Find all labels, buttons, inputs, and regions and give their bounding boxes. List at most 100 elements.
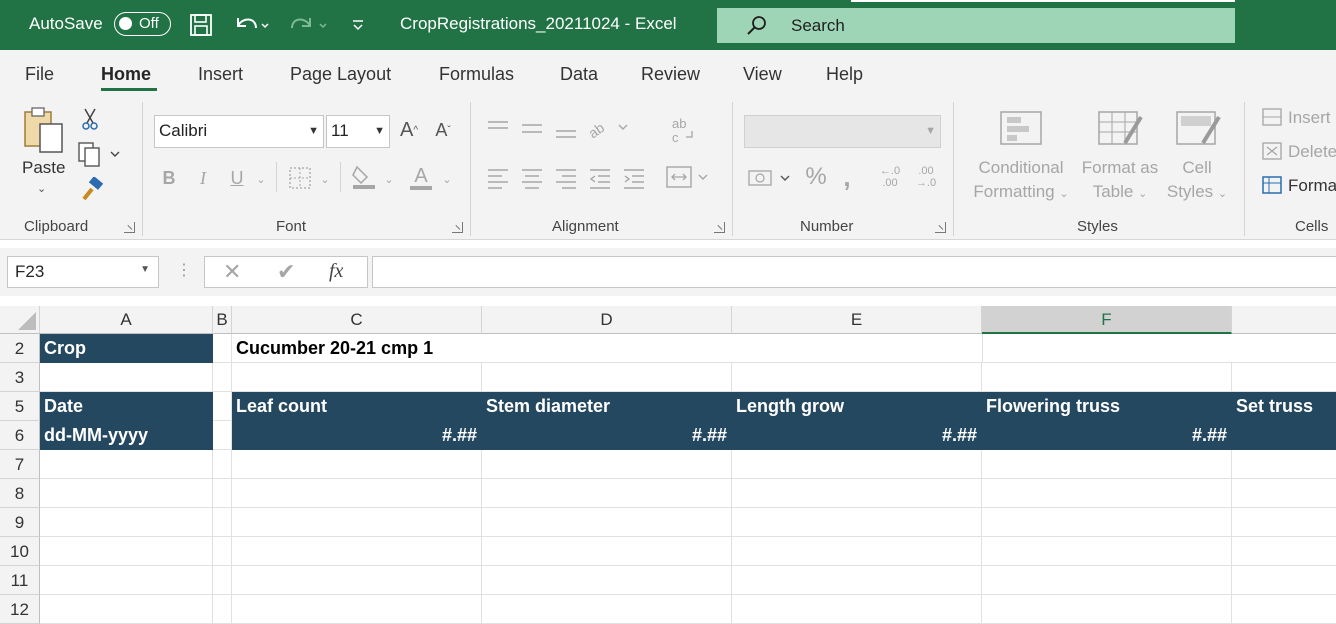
cell-a11[interactable] bbox=[40, 566, 213, 595]
cell-e5[interactable]: Length grow bbox=[732, 392, 982, 421]
chevron-down-icon[interactable]: ⌄ bbox=[254, 166, 268, 192]
format-painter-icon[interactable] bbox=[79, 176, 105, 202]
cell-f5[interactable]: Flowering truss bbox=[982, 392, 1232, 421]
cell-a3[interactable] bbox=[40, 363, 213, 392]
align-left-icon[interactable] bbox=[484, 164, 512, 192]
cell-f8[interactable] bbox=[982, 479, 1232, 508]
cell-d7[interactable] bbox=[482, 450, 732, 479]
clipboard-launcher-icon[interactable] bbox=[124, 222, 135, 233]
underline-icon[interactable]: U bbox=[226, 164, 248, 192]
accounting-format-icon[interactable] bbox=[746, 164, 794, 192]
cell-d11[interactable] bbox=[482, 566, 732, 595]
align-right-icon[interactable] bbox=[552, 164, 580, 192]
select-all-corner[interactable] bbox=[0, 306, 40, 334]
alignment-launcher-icon[interactable] bbox=[714, 222, 725, 233]
cell-g7[interactable] bbox=[1232, 450, 1336, 479]
row-header-6[interactable]: 6 bbox=[0, 421, 40, 450]
cell-c2[interactable]: Cucumber 20-21 cmp 1 bbox=[232, 334, 982, 363]
decrease-indent-icon[interactable] bbox=[586, 164, 614, 192]
cell-g6[interactable] bbox=[1232, 421, 1336, 450]
cell-b3[interactable] bbox=[213, 363, 232, 392]
cell-f6[interactable]: #.## bbox=[982, 421, 1232, 450]
cell-b12[interactable] bbox=[213, 595, 232, 624]
format-as-table-icon[interactable] bbox=[1096, 108, 1146, 150]
decrease-decimal-icon[interactable]: .00 →.0 bbox=[910, 162, 942, 192]
insert-function-icon[interactable]: fx bbox=[329, 260, 343, 283]
comma-style-icon[interactable]: , bbox=[838, 162, 856, 192]
cell-f3[interactable] bbox=[982, 363, 1232, 392]
cell-a8[interactable] bbox=[40, 479, 213, 508]
cell-c5[interactable]: Leaf count bbox=[232, 392, 482, 421]
align-bottom-icon[interactable] bbox=[552, 116, 580, 142]
font-color-icon[interactable]: A bbox=[408, 162, 434, 192]
tab-page-layout[interactable]: Page Layout bbox=[290, 64, 391, 85]
insert-cells-icon[interactable] bbox=[1260, 106, 1284, 128]
row-header-5[interactable]: 5 bbox=[0, 392, 40, 421]
cell-e10[interactable] bbox=[732, 537, 982, 566]
cell-b11[interactable] bbox=[213, 566, 232, 595]
formula-input[interactable] bbox=[372, 256, 1336, 288]
cell-d8[interactable] bbox=[482, 479, 732, 508]
search-box[interactable]: Search bbox=[717, 8, 1235, 43]
percent-icon[interactable]: % bbox=[802, 162, 830, 192]
tab-help[interactable]: Help bbox=[826, 64, 863, 85]
cell-b2[interactable] bbox=[213, 334, 232, 363]
tab-view[interactable]: View bbox=[743, 64, 782, 85]
row-header-9[interactable]: 9 bbox=[0, 508, 40, 537]
cell-g9[interactable] bbox=[1232, 508, 1336, 537]
borders-icon[interactable] bbox=[286, 164, 314, 192]
number-launcher-icon[interactable] bbox=[935, 222, 946, 233]
conditional-formatting-icon[interactable] bbox=[998, 108, 1044, 148]
font-launcher-icon[interactable] bbox=[452, 222, 463, 233]
cell-f2[interactable] bbox=[982, 334, 1336, 363]
orientation-icon[interactable]: ab bbox=[586, 114, 630, 142]
cell-e7[interactable] bbox=[732, 450, 982, 479]
paste-dropdown-icon[interactable]: ⌄ bbox=[37, 182, 46, 195]
format-as-table-label[interactable]: Format as Table ⌄ bbox=[1076, 156, 1164, 206]
bold-icon[interactable]: B bbox=[158, 164, 180, 192]
align-middle-icon[interactable] bbox=[518, 116, 546, 142]
copy-icon[interactable] bbox=[77, 140, 123, 168]
redo-icon[interactable] bbox=[286, 9, 332, 41]
decrease-font-icon[interactable]: Aˇ bbox=[430, 116, 456, 144]
cell-a12[interactable] bbox=[40, 595, 213, 624]
cell-b7[interactable] bbox=[213, 450, 232, 479]
merge-center-icon[interactable] bbox=[664, 162, 712, 192]
column-header-c[interactable]: C bbox=[232, 306, 482, 334]
tab-file[interactable]: File bbox=[25, 64, 54, 85]
column-header-g[interactable] bbox=[1232, 306, 1336, 334]
cell-d5[interactable]: Stem diameter bbox=[482, 392, 732, 421]
wrap-text-icon[interactable]: ab c bbox=[668, 114, 698, 146]
align-center-icon[interactable] bbox=[518, 164, 546, 192]
cell-b8[interactable] bbox=[213, 479, 232, 508]
cell-e12[interactable] bbox=[732, 595, 982, 624]
cell-d10[interactable] bbox=[482, 537, 732, 566]
increase-font-icon[interactable]: A ^ bbox=[396, 116, 422, 144]
cut-icon[interactable] bbox=[79, 106, 101, 132]
cell-g8[interactable] bbox=[1232, 479, 1336, 508]
cell-b5[interactable] bbox=[213, 392, 232, 421]
cell-e6[interactable]: #.## bbox=[732, 421, 982, 450]
cell-e11[interactable] bbox=[732, 566, 982, 595]
font-name-combo[interactable]: Calibri ▼ bbox=[154, 115, 324, 148]
cell-d9[interactable] bbox=[482, 508, 732, 537]
row-header-7[interactable]: 7 bbox=[0, 450, 40, 479]
cell-f12[interactable] bbox=[982, 595, 1232, 624]
align-top-icon[interactable] bbox=[484, 116, 512, 142]
cell-c10[interactable] bbox=[232, 537, 482, 566]
name-box[interactable]: F23 ▼ bbox=[7, 256, 159, 288]
undo-icon[interactable] bbox=[230, 9, 274, 41]
cell-a9[interactable] bbox=[40, 508, 213, 537]
row-header-3[interactable]: 3 bbox=[0, 363, 40, 392]
cell-d3[interactable] bbox=[482, 363, 732, 392]
cell-d6[interactable]: #.## bbox=[482, 421, 732, 450]
tab-insert[interactable]: Insert bbox=[198, 64, 243, 85]
cell-g11[interactable] bbox=[1232, 566, 1336, 595]
customize-toolbar-icon[interactable] bbox=[348, 9, 368, 41]
cell-g5[interactable]: Set truss bbox=[1232, 392, 1336, 421]
cell-g3[interactable] bbox=[1232, 363, 1336, 392]
formula-bar-grip-icon[interactable]: ⋮ bbox=[176, 260, 192, 280]
fill-color-icon[interactable] bbox=[350, 162, 378, 192]
cell-d12[interactable] bbox=[482, 595, 732, 624]
paste-icon[interactable] bbox=[22, 106, 66, 154]
